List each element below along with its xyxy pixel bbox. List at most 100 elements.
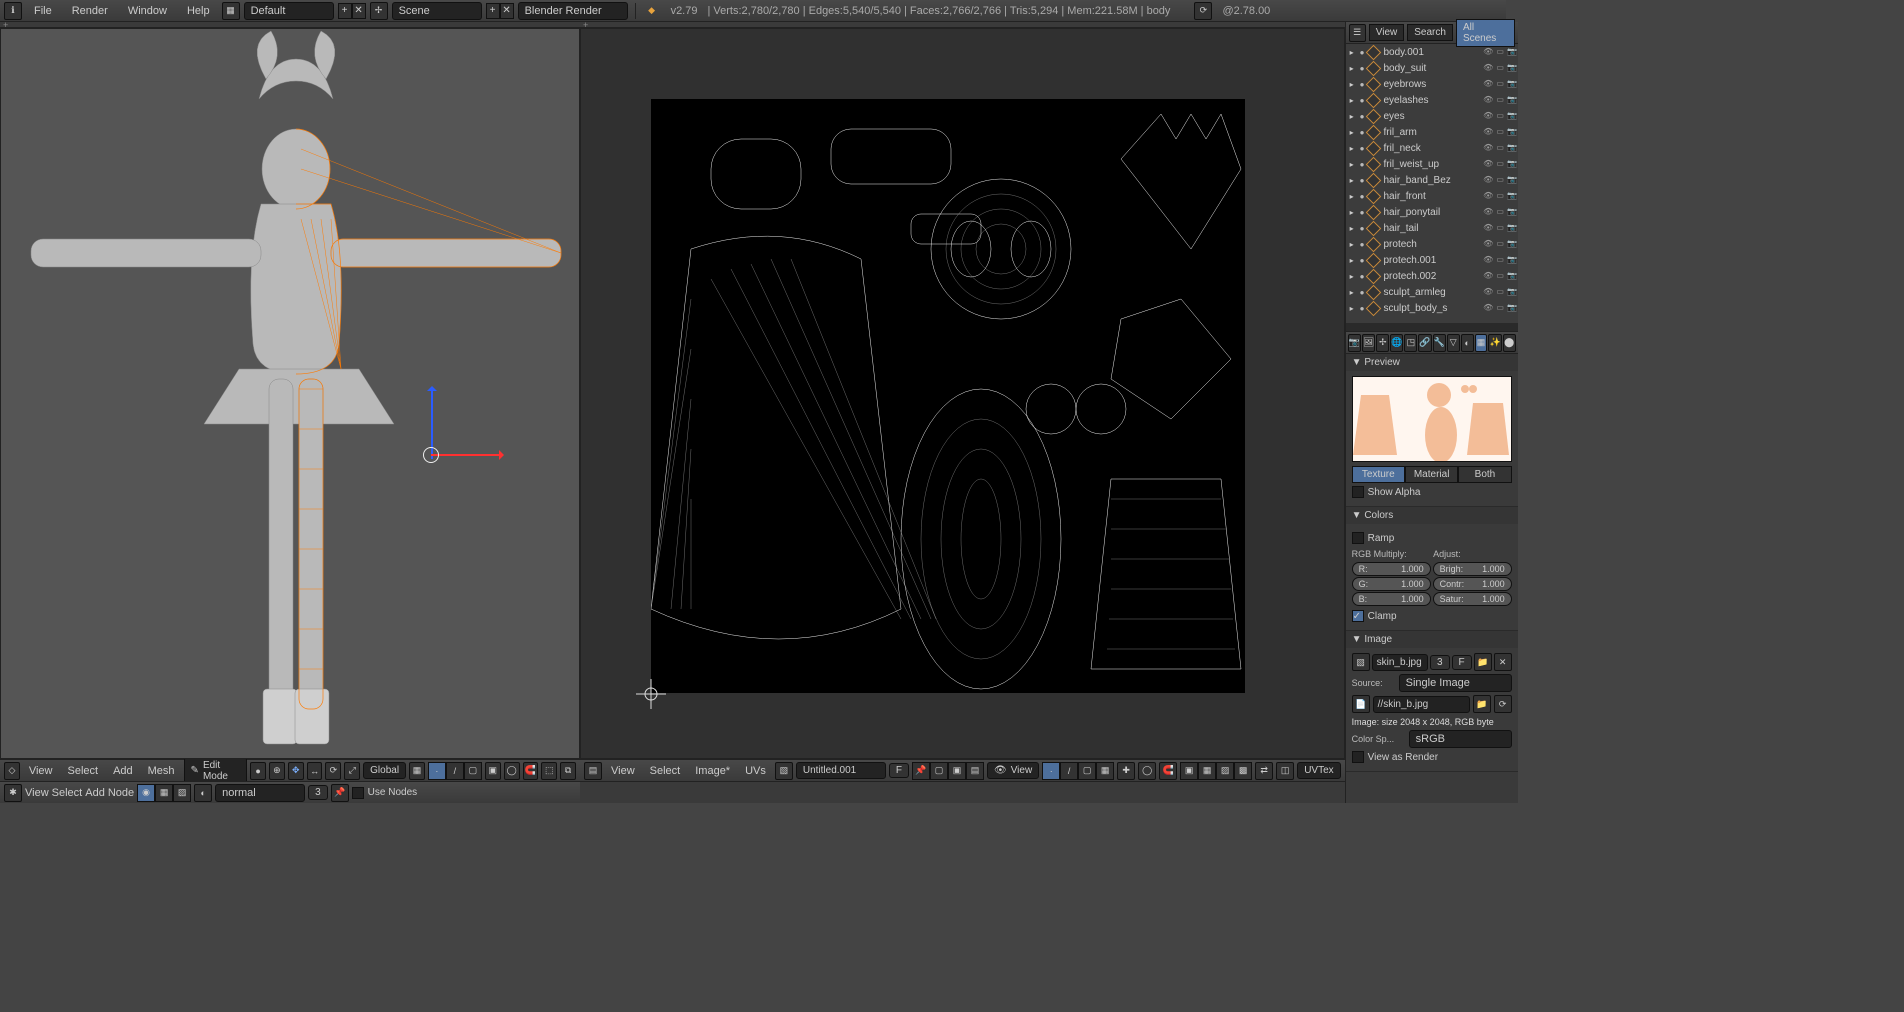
view3d-menu-mesh[interactable]: Mesh [142, 763, 181, 779]
restrict-render-icon[interactable]: 📷 [1507, 255, 1518, 266]
restrict-select-icon[interactable]: ▭ [1495, 191, 1506, 202]
restrict-select-icon[interactable]: ▭ [1495, 255, 1506, 266]
occlude-icon[interactable]: ▣ [485, 762, 501, 780]
expand-icon[interactable]: ▸ [1350, 128, 1358, 137]
scene-add-button[interactable]: + [486, 3, 500, 19]
outliner-item[interactable]: ▸●protech👁▭📷 [1346, 236, 1518, 252]
restrict-view-icon[interactable]: 👁 [1483, 47, 1494, 58]
uv-sel-edge-icon[interactable]: / [1060, 762, 1078, 780]
panel-preview-title[interactable]: ▼ Preview [1346, 354, 1518, 371]
manip-rotate-icon[interactable]: ⟳ [325, 762, 341, 780]
restrict-select-icon[interactable]: ▭ [1495, 79, 1506, 90]
pivot-icon[interactable]: ⊕ [269, 762, 285, 780]
expand-icon[interactable]: ▸ [1350, 64, 1358, 73]
restrict-render-icon[interactable]: 📷 [1507, 159, 1518, 170]
expand-icon[interactable]: ▸ [1350, 288, 1358, 297]
outliner-item[interactable]: ▸●eyelashes👁▭📷 [1346, 92, 1518, 108]
colorspace-dropdown[interactable]: sRGB [1409, 730, 1512, 748]
filepath-icon[interactable]: 📄 [1352, 695, 1370, 713]
expand-icon[interactable]: ▸ [1350, 176, 1358, 185]
outliner-item[interactable]: ▸●protech.001👁▭📷 [1346, 252, 1518, 268]
render-engine-dropdown[interactable]: Blender Render [518, 2, 628, 20]
uv-image-dropdown[interactable]: Untitled.001 [796, 762, 886, 779]
restrict-render-icon[interactable]: 📷 [1507, 207, 1518, 218]
tree-tex-icon[interactable]: ▨ [173, 784, 191, 802]
editor-type-info-icon[interactable]: ℹ [4, 2, 22, 20]
outliner-item[interactable]: ▸●hair_ponytail👁▭📷 [1346, 204, 1518, 220]
preview-both-button[interactable]: Both [1458, 466, 1511, 483]
outliner-item[interactable]: ▸●hair_front👁▭📷 [1346, 188, 1518, 204]
uv-image-fake-btn[interactable]: F [889, 763, 909, 778]
expand-icon[interactable]: ▸ [1350, 160, 1358, 169]
restrict-view-icon[interactable]: 👁 [1483, 191, 1494, 202]
render-border-icon[interactable]: ⧉ [560, 762, 576, 780]
uv-viewport[interactable] [580, 28, 1345, 759]
uv-disp1-icon[interactable]: ▢ [930, 762, 948, 780]
restrict-render-icon[interactable]: 📷 [1507, 223, 1518, 234]
outliner-scrollbar[interactable] [1346, 323, 1518, 331]
menu-file[interactable]: File [26, 3, 60, 19]
image-browse-icon[interactable]: ▧ [775, 762, 793, 780]
screen-add-button[interactable]: + [338, 3, 352, 19]
prop-tab-world-icon[interactable]: 🌐 [1390, 334, 1403, 352]
restrict-select-icon[interactable]: ▭ [1495, 239, 1506, 250]
restrict-select-icon[interactable]: ▭ [1495, 111, 1506, 122]
expand-icon[interactable]: ▸ [1350, 224, 1358, 233]
restrict-view-icon[interactable]: 👁 [1483, 255, 1494, 266]
restrict-select-icon[interactable]: ▭ [1495, 63, 1506, 74]
restrict-render-icon[interactable]: 📷 [1507, 287, 1518, 298]
node-menu-add[interactable]: Add [85, 787, 105, 799]
layers-toggle-icon[interactable]: ▦ [409, 762, 425, 780]
screen-browse-icon[interactable]: ▦ [222, 2, 240, 20]
sel-edge-icon[interactable]: / [446, 762, 464, 780]
manipulator-icon[interactable]: ✥ [288, 762, 304, 780]
uv-sel-island-icon[interactable]: ▦ [1096, 762, 1114, 780]
tree-shader-icon[interactable]: ◉ [137, 784, 155, 802]
restrict-view-icon[interactable]: 👁 [1483, 207, 1494, 218]
restrict-render-icon[interactable]: 📷 [1507, 143, 1518, 154]
restrict-select-icon[interactable]: ▭ [1495, 271, 1506, 282]
expand-icon[interactable]: ▸ [1350, 256, 1358, 265]
outliner-tab-view[interactable]: View [1369, 24, 1405, 41]
outliner-item[interactable]: ▸●eyes👁▭📷 [1346, 108, 1518, 124]
uv-disp2-icon[interactable]: ▣ [948, 762, 966, 780]
uv-menu-image[interactable]: Image* [689, 763, 736, 779]
restrict-select-icon[interactable]: ▭ [1495, 47, 1506, 58]
bright-field[interactable]: Brigh:1.000 [1433, 562, 1512, 576]
uv-snap-icon[interactable]: 🧲 [1159, 762, 1177, 780]
outliner-item[interactable]: ▸●body_suit👁▭📷 [1346, 60, 1518, 76]
restrict-view-icon[interactable]: 👁 [1483, 127, 1494, 138]
restrict-view-icon[interactable]: 👁 [1483, 223, 1494, 234]
uv-piv4-icon[interactable]: ▩ [1234, 762, 1252, 780]
snap-type-icon[interactable]: ⬚ [541, 762, 557, 780]
uv-sync-icon[interactable]: ⇄ [1255, 762, 1273, 780]
restrict-render-icon[interactable]: 📷 [1507, 47, 1518, 58]
restrict-view-icon[interactable]: 👁 [1483, 303, 1494, 314]
scene-browse-icon[interactable]: ✢ [370, 2, 388, 20]
prop-tab-mod-icon[interactable]: 🔧 [1433, 334, 1446, 352]
restrict-view-icon[interactable]: 👁 [1483, 159, 1494, 170]
restrict-select-icon[interactable]: ▭ [1495, 287, 1506, 298]
editor-type-node-icon[interactable]: ✱ [4, 784, 22, 802]
material-browse-icon[interactable]: ◐ [194, 784, 212, 802]
uv-sel-face-icon[interactable]: ▢ [1078, 762, 1096, 780]
outliner-item[interactable]: ▸●protech.002👁▭📷 [1346, 268, 1518, 284]
screen-layout-dropdown[interactable]: Default [244, 2, 334, 20]
node-pin-icon[interactable]: 📌 [331, 784, 349, 802]
view3d-menu-view[interactable]: View [23, 763, 59, 779]
expand-icon[interactable]: ▸ [1350, 96, 1358, 105]
prop-tab-constraints-icon[interactable]: 🔗 [1418, 334, 1431, 352]
uvmap-icon[interactable]: ◫ [1276, 762, 1294, 780]
restrict-select-icon[interactable]: ▭ [1495, 207, 1506, 218]
restrict-render-icon[interactable]: 📷 [1507, 239, 1518, 250]
uv-menu-select[interactable]: Select [644, 763, 687, 779]
image-browse-button[interactable]: ▧ [1352, 653, 1370, 671]
outliner-item[interactable]: ▸●fril_arm👁▭📷 [1346, 124, 1518, 140]
node-menu-view[interactable]: View [25, 787, 49, 799]
uv-disp3-icon[interactable]: ▤ [966, 762, 984, 780]
image-name-field[interactable]: skin_b.jpg [1372, 654, 1428, 671]
uv-piv1-icon[interactable]: ▣ [1180, 762, 1198, 780]
restrict-render-icon[interactable]: 📷 [1507, 303, 1518, 314]
outliner-item[interactable]: ▸●body.001👁▭📷 [1346, 44, 1518, 60]
screen-del-button[interactable]: ✕ [352, 3, 366, 19]
